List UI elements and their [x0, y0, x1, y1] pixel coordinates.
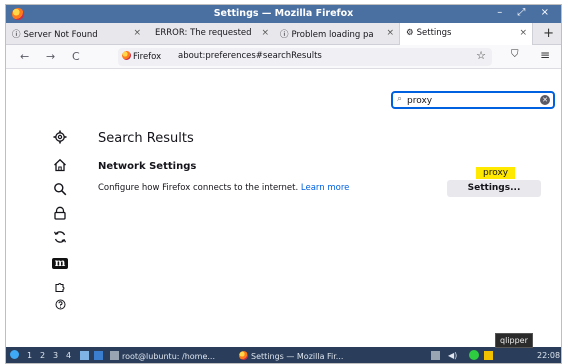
gear-icon: [53, 130, 67, 144]
lock-icon: [54, 206, 66, 220]
preferences-search-input[interactable]: [407, 94, 527, 107]
firefox-task[interactable]: Settings — Mozilla Fir...: [239, 351, 343, 361]
desktop-2[interactable]: 2: [40, 351, 45, 360]
tab-label: Problem loading pa: [291, 30, 374, 40]
firefox-icon: [239, 351, 248, 360]
desktop-4[interactable]: 4: [66, 351, 71, 360]
url-bar[interactable]: Firefox about:preferences#searchResults …: [118, 48, 492, 66]
tab-close-icon[interactable]: ×: [386, 28, 394, 38]
network-settings-description: Configure how Firefox connects to the in…: [98, 183, 349, 193]
tab-error[interactable]: ERROR: The requested ×: [146, 23, 274, 45]
puzzle-icon: [55, 283, 65, 293]
desktop-1[interactable]: 1: [27, 351, 32, 360]
category-sync[interactable]: [49, 230, 71, 250]
window-titlebar: Settings — Mozilla Firefox – ⤢ ×: [6, 5, 561, 23]
clock[interactable]: 22:08: [537, 351, 560, 360]
tab-label: ERROR: The requested: [155, 28, 252, 38]
navigation-toolbar: ← → C Firefox about:preferences#searchRe…: [6, 45, 561, 69]
tab-close-icon[interactable]: ×: [261, 28, 269, 38]
tab-server-not-found[interactable]: ⓘ Server Not Found ×: [6, 23, 146, 45]
search-icon: ⌕: [397, 94, 403, 104]
preferences-page: ⌕ ✕ m Search Results Network Set: [6, 70, 561, 347]
mozilla-m-icon: m: [51, 258, 69, 269]
tab-label: Server Not Found: [23, 30, 98, 40]
new-tab-button[interactable]: +: [543, 26, 554, 41]
terminal-task-label: root@lubuntu: /home...: [122, 352, 215, 361]
volume-icon[interactable]: ◀): [448, 351, 457, 360]
app-launcher-icon[interactable]: [94, 351, 103, 361]
gear-icon: ⚙: [406, 28, 414, 38]
hamburger-menu-icon[interactable]: ≡: [540, 48, 550, 62]
network-status-icon[interactable]: [469, 350, 479, 361]
system-taskbar: 1 2 3 4 root@lubuntu: /home... Settings …: [6, 347, 561, 363]
tab-close-icon[interactable]: ×: [133, 28, 141, 38]
firefox-favicon-icon: [122, 51, 131, 60]
back-button[interactable]: ←: [20, 50, 29, 63]
category-general[interactable]: [49, 130, 71, 150]
learn-more-link[interactable]: Learn more: [301, 183, 349, 193]
category-more-from-mozilla[interactable]: m: [49, 254, 71, 274]
search-icon: [54, 183, 67, 196]
pocket-icon[interactable]: ⛉: [511, 49, 519, 60]
tray-app-icon[interactable]: [431, 351, 440, 361]
network-settings-button[interactable]: Settings...: [447, 180, 541, 197]
tab-label: Settings: [416, 28, 452, 38]
identity-chip[interactable]: Firefox: [122, 51, 161, 62]
category-home[interactable]: [49, 158, 71, 178]
window-title: Settings — Mozilla Firefox: [213, 8, 354, 19]
tab-settings[interactable]: ⚙ Settings ×: [399, 23, 533, 45]
firefox-window: Settings — Mozilla Firefox – ⤢ × ⓘ Server…: [5, 4, 562, 364]
search-results-heading: Search Results: [98, 131, 194, 146]
preferences-search-box[interactable]: ⌕ ✕: [391, 91, 555, 109]
reload-button[interactable]: C: [72, 50, 80, 63]
file-manager-icon[interactable]: [80, 351, 89, 361]
info-circle-icon: ⓘ: [12, 30, 21, 40]
url-text[interactable]: about:preferences#searchResults: [178, 51, 322, 61]
info-circle-icon: ⓘ: [280, 30, 289, 40]
firefox-task-label: Settings — Mozilla Fir...: [251, 352, 344, 361]
clipboard-icon[interactable]: [484, 351, 493, 361]
category-extensions[interactable]: [49, 281, 71, 301]
bookmark-star-icon[interactable]: ☆: [476, 49, 486, 62]
terminal-task[interactable]: root@lubuntu: /home...: [110, 351, 215, 361]
desktop-3[interactable]: 3: [53, 351, 58, 360]
category-search[interactable]: [49, 182, 71, 202]
tab-problem-loading[interactable]: ⓘ Problem loading pa ×: [274, 23, 399, 45]
home-icon: [54, 158, 66, 172]
category-support[interactable]: [49, 299, 71, 319]
start-menu-icon[interactable]: [10, 350, 19, 360]
identity-label: Firefox: [133, 52, 162, 62]
tab-close-icon[interactable]: ×: [519, 28, 527, 38]
clear-search-icon[interactable]: ✕: [540, 95, 550, 105]
help-icon: [55, 299, 65, 310]
tab-bar: ⓘ Server Not Found × ERROR: The requested…: [6, 23, 561, 45]
window-controls[interactable]: – ⤢ ×: [497, 7, 555, 18]
qlipper-tooltip: qlipper: [495, 333, 533, 348]
network-settings-title: Network Settings: [98, 161, 197, 172]
category-privacy[interactable]: [49, 206, 71, 226]
search-term-highlight: proxy: [476, 167, 516, 179]
terminal-icon: [110, 351, 119, 360]
sync-icon: [53, 231, 67, 243]
description-text: Configure how Firefox connects to the in…: [98, 183, 299, 193]
forward-button[interactable]: →: [46, 50, 55, 63]
